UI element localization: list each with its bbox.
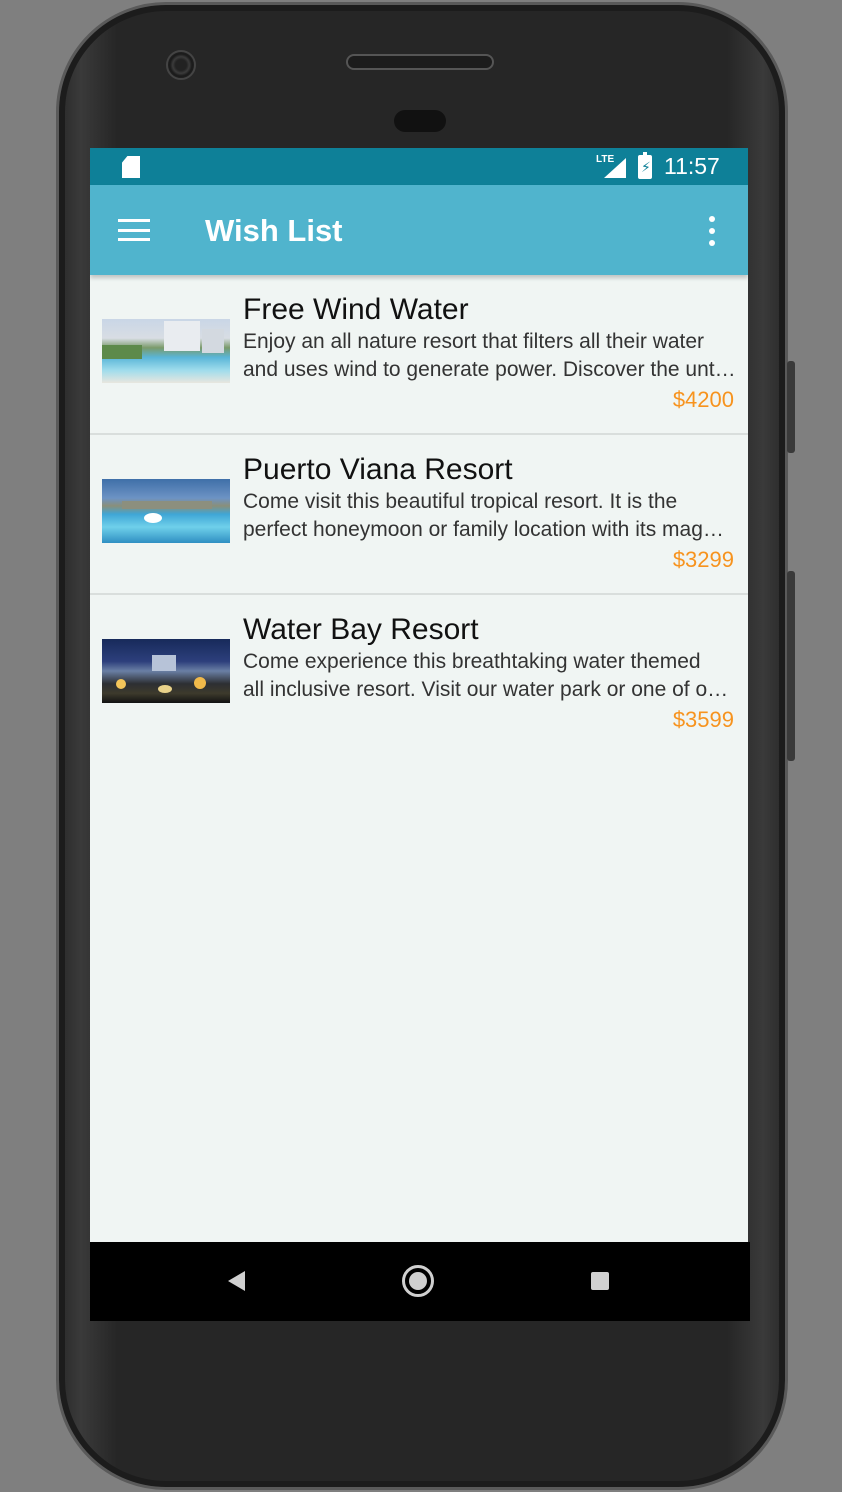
item-description: perfect honeymoon or family location wit… [243, 518, 724, 541]
list-item[interactable]: Water Bay Resort Come experience this br… [90, 595, 748, 755]
battery-charging-icon: ⚡ [638, 152, 652, 179]
recents-icon[interactable] [591, 1272, 609, 1290]
resort-thumbnail [102, 639, 230, 703]
list-item[interactable]: Free Wind Water Enjoy an all nature reso… [90, 275, 748, 435]
wish-list: Free Wind Water Enjoy an all nature reso… [90, 275, 748, 755]
navigation-bar [90, 1242, 750, 1321]
earpiece-speaker [346, 54, 494, 70]
item-description: and uses wind to generate power. Discove… [243, 358, 736, 381]
item-description: Come experience this breathtaking water … [243, 650, 701, 673]
signal-icon [604, 158, 626, 178]
item-price: $4200 [672, 387, 734, 412]
item-price: $3299 [672, 547, 734, 572]
back-icon[interactable] [228, 1271, 245, 1291]
front-camera [166, 50, 196, 80]
bolt-icon: ⚡ [641, 159, 651, 175]
item-title: Free Wind Water [243, 293, 469, 326]
resort-thumbnail [102, 479, 230, 543]
item-description: Come visit this beautiful tropical resor… [243, 490, 678, 513]
page-title: Wish List [205, 213, 343, 248]
screen: LTE ⚡ 11:57 Wish List Free Wind Water En… [90, 148, 748, 1242]
hamburger-menu-icon[interactable] [118, 219, 150, 241]
list-item[interactable]: Puerto Viana Resort Come visit this beau… [90, 435, 748, 595]
resort-thumbnail [102, 319, 230, 383]
proximity-sensor [394, 110, 446, 132]
status-time: 11:57 [664, 153, 720, 179]
power-button [787, 361, 795, 453]
app-bar: Wish List [90, 185, 748, 275]
home-icon[interactable] [402, 1265, 434, 1297]
item-title: Puerto Viana Resort [243, 453, 513, 486]
item-price: $3599 [672, 707, 734, 732]
lte-signal-icon: LTE [596, 154, 626, 180]
more-vert-icon[interactable] [706, 216, 718, 246]
volume-button [787, 571, 795, 761]
item-description: all inclusive resort. Visit our water pa… [243, 678, 729, 701]
item-description: Enjoy an all nature resort that filters … [243, 330, 705, 353]
item-title: Water Bay Resort [243, 613, 479, 646]
status-bar: LTE ⚡ 11:57 [90, 148, 748, 185]
sd-card-icon [122, 156, 140, 178]
